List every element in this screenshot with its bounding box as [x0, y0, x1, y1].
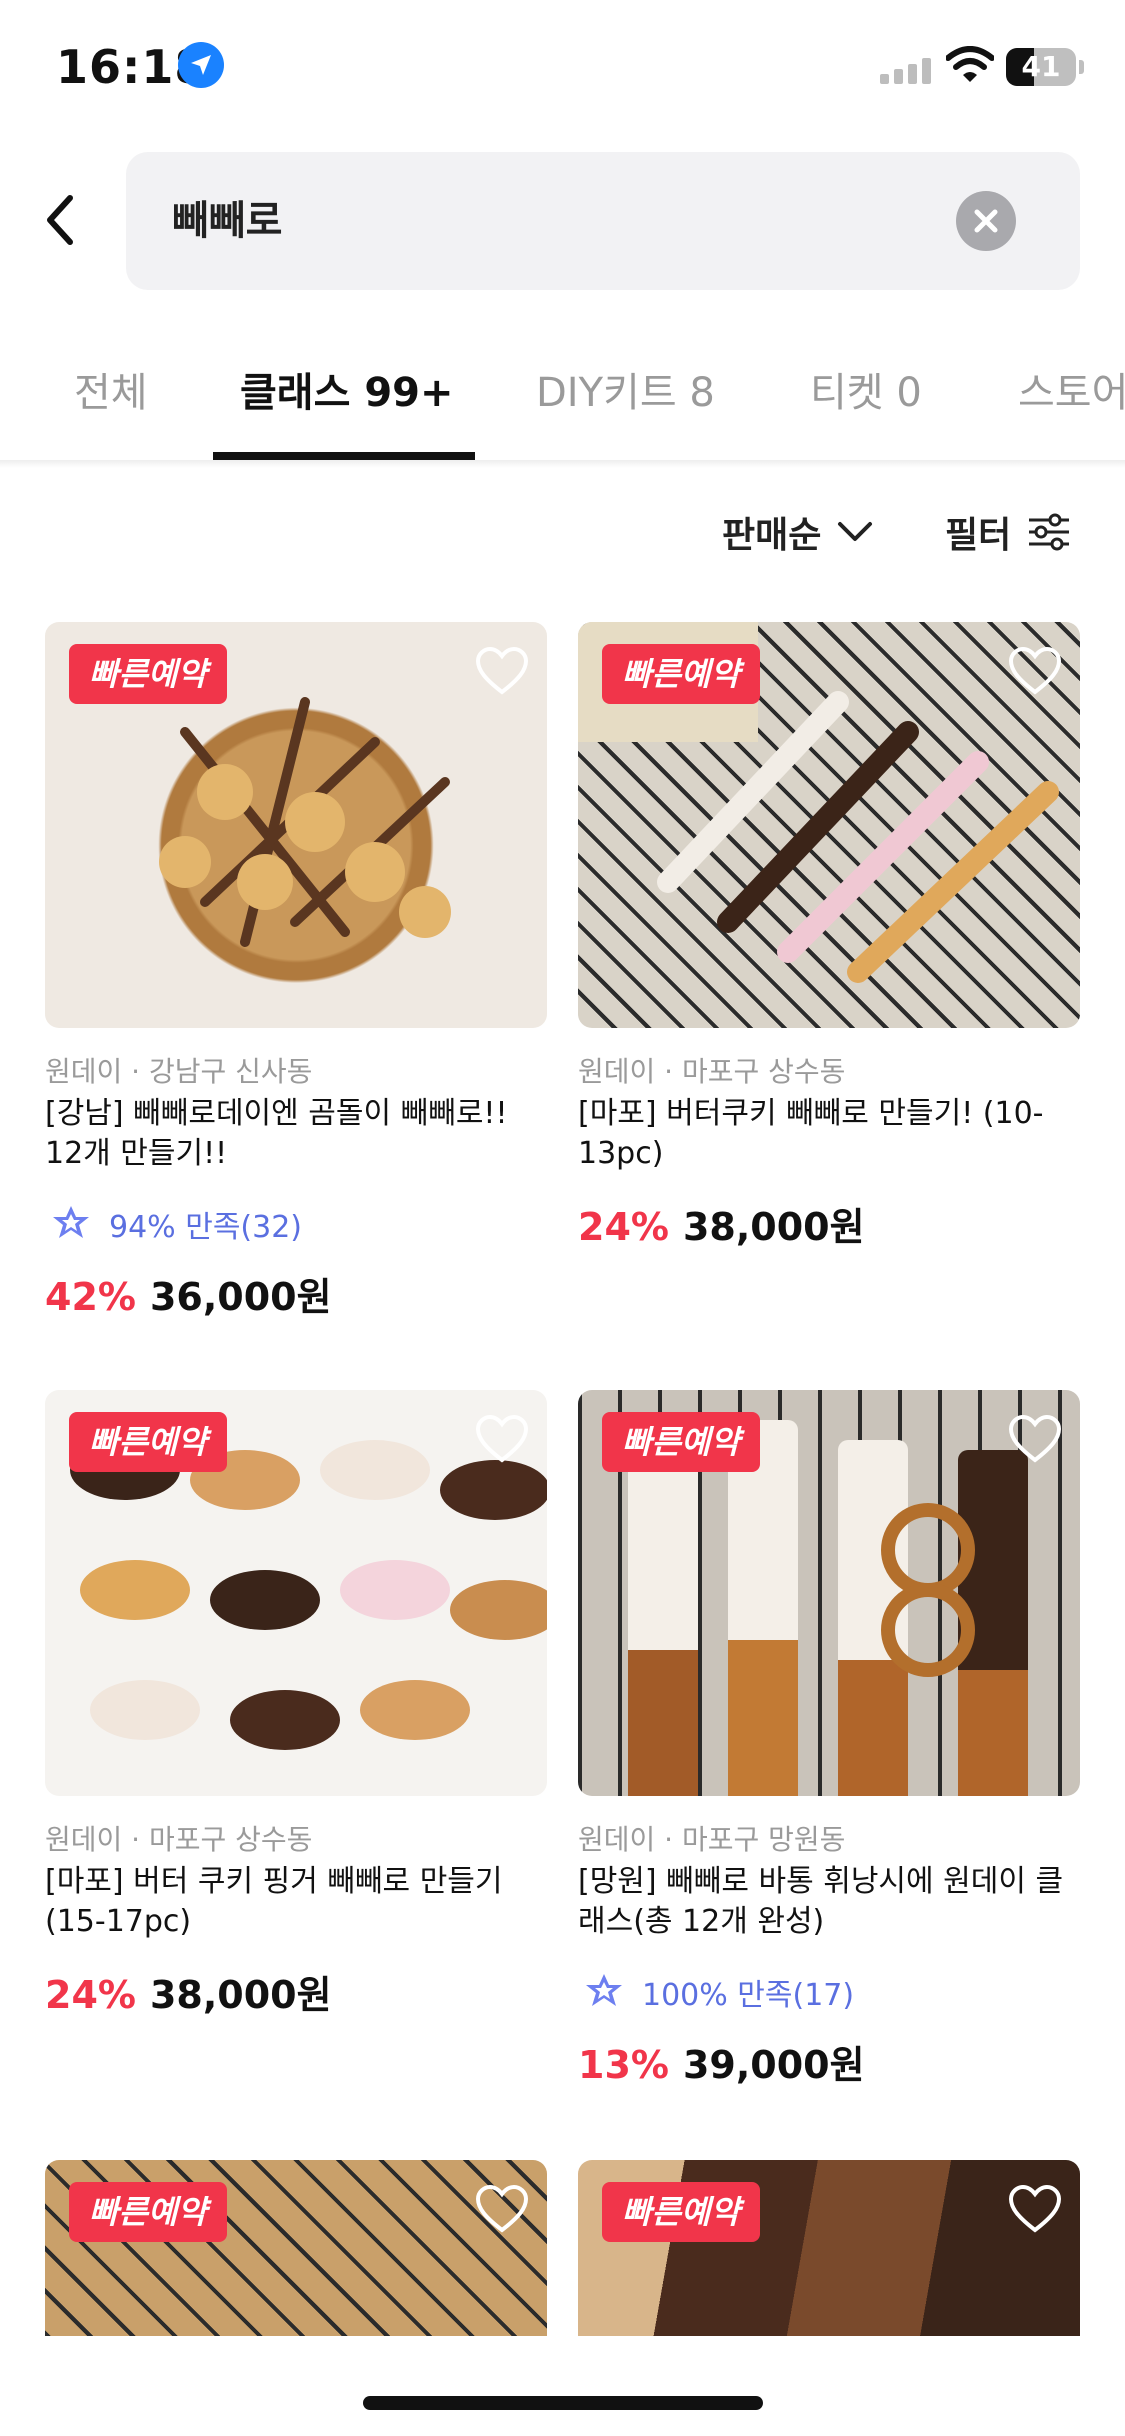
- battery-icon: 41: [1006, 48, 1076, 86]
- signal-icon: [880, 58, 931, 84]
- product-location: 원데이 · 강남구 신사동: [45, 1055, 313, 1088]
- product-title: [강남] 빼빼로데이엔 곰돌이 빼빼로!! 12개 만들기!!: [45, 1096, 508, 1171]
- product-location: 원데이 · 마포구 망원동: [578, 1823, 846, 1856]
- product-price: 42% 36,000원: [45, 1266, 332, 1321]
- search-query: 빼빼로: [172, 198, 283, 244]
- home-indicator[interactable]: [363, 2396, 763, 2410]
- tab-all[interactable]: 전체: [74, 360, 148, 418]
- product-card[interactable]: 빠른예약 원데이 · 마포구 상수동 [마포] 버터 쿠키 핑거 빼빼로 만들기…: [45, 1390, 547, 2030]
- quick-booking-badge: 빠른예약: [602, 2182, 760, 2242]
- heart-icon[interactable]: [475, 1414, 529, 1464]
- quick-booking-badge: 빠른예약: [69, 2182, 227, 2242]
- clear-icon: [974, 209, 998, 233]
- product-card[interactable]: 빠른예약 원데이 · 마포구 상수동 [마포] 버터쿠키 빼빼로 만들기! (1…: [578, 622, 1080, 1262]
- product-card[interactable]: 빠른예약: [578, 2160, 1080, 2336]
- quick-booking-badge: 빠른예약: [69, 644, 227, 704]
- product-title: [마포] 버터 쿠키 핑거 빼빼로 만들기 (15-17pc): [45, 1864, 503, 1939]
- product-card[interactable]: 빠른예약 원데이 · 강남구 신사동 [강남] 빼빼로데이엔 곰돌이 빼빼로!!…: [45, 622, 547, 1322]
- sort-label: 판매순: [722, 515, 822, 556]
- price-value: 36,000원: [149, 1275, 332, 1319]
- active-tab-indicator: [213, 452, 475, 460]
- price-value: 38,000원: [682, 1205, 865, 1249]
- product-price: 24% 38,000원: [578, 1196, 865, 1251]
- chevron-down-icon: [838, 522, 873, 541]
- heart-icon[interactable]: [1008, 1414, 1062, 1464]
- rating-text: 94% 만족(32): [109, 1210, 302, 1245]
- product-card[interactable]: 빠른예약: [45, 2160, 547, 2336]
- rating-badge-icon: [53, 1206, 89, 1238]
- product-location: 원데이 · 마포구 상수동: [578, 1055, 846, 1088]
- clear-search-button[interactable]: [956, 191, 1016, 251]
- product-title: [망원] 빼빼로 바통 휘낭시에 원데이 클래스(총 12개 완성): [578, 1864, 1064, 1939]
- filter-label: 필터: [945, 515, 1012, 556]
- rating-text: 100% 만족(17): [642, 1978, 855, 2013]
- filter-sliders-icon: [1029, 513, 1070, 551]
- discount-rate: 13%: [578, 2043, 669, 2087]
- quick-booking-badge: 빠른예약: [69, 1412, 227, 1472]
- heart-icon[interactable]: [475, 646, 529, 696]
- tab-store[interactable]: 스토어: [1018, 360, 1125, 418]
- sort-button[interactable]: 판매순: [722, 506, 873, 558]
- product-rating: 94% 만족(32): [45, 1202, 302, 1246]
- product-image[interactable]: 빠른예약: [578, 622, 1080, 1028]
- product-image[interactable]: 빠른예약: [578, 1390, 1080, 1796]
- product-title: [마포] 버터쿠키 빼빼로 만들기! (10-13pc): [578, 1096, 1044, 1171]
- discount-rate: 24%: [578, 1205, 669, 1249]
- filter-button[interactable]: 필터: [945, 506, 1071, 558]
- search-input[interactable]: 빼빼로: [126, 152, 1080, 290]
- price-value: 39,000원: [682, 2043, 865, 2087]
- heart-icon[interactable]: [1008, 646, 1062, 696]
- discount-rate: 24%: [45, 1973, 136, 2017]
- wifi-icon: [946, 46, 994, 82]
- back-arrow-icon: [47, 195, 73, 245]
- home-indicator-area: [0, 2336, 1125, 2436]
- category-tabs: 전체 클래스 99+ DIY키트 8 티켓 0 스토어: [0, 320, 1125, 462]
- tab-diy-kit[interactable]: DIY키트 8: [536, 360, 715, 418]
- location-arrow-icon: [178, 42, 224, 88]
- tab-class[interactable]: 클래스 99+: [240, 360, 454, 418]
- rating-badge-icon: [586, 1974, 622, 2006]
- product-price: 24% 38,000원: [45, 1964, 332, 2019]
- quick-booking-badge: 빠른예약: [602, 644, 760, 704]
- tab-ticket[interactable]: 티켓 0: [810, 360, 922, 418]
- heart-icon[interactable]: [475, 2184, 529, 2234]
- product-price: 13% 39,000원: [578, 2034, 865, 2089]
- product-image[interactable]: 빠른예약: [45, 2160, 547, 2336]
- battery-level: 41: [1021, 50, 1061, 83]
- quick-booking-badge: 빠른예약: [602, 1412, 760, 1472]
- tab-divider: [0, 460, 1125, 468]
- heart-icon[interactable]: [1008, 2184, 1062, 2234]
- product-image[interactable]: 빠른예약: [45, 1390, 547, 1796]
- product-image[interactable]: 빠른예약: [578, 2160, 1080, 2336]
- back-button[interactable]: [40, 190, 120, 270]
- discount-rate: 42%: [45, 1275, 136, 1319]
- status-bar: 16:18 41: [0, 0, 1125, 140]
- product-image[interactable]: 빠른예약: [45, 622, 547, 1028]
- product-card[interactable]: 빠른예약 원데이 · 마포구 망원동 [망원] 빼빼로 바통 휘낭시에 원데이 …: [578, 1390, 1080, 2090]
- product-rating: 100% 만족(17): [578, 1970, 854, 2014]
- product-location: 원데이 · 마포구 상수동: [45, 1823, 313, 1856]
- price-value: 38,000원: [149, 1973, 332, 2017]
